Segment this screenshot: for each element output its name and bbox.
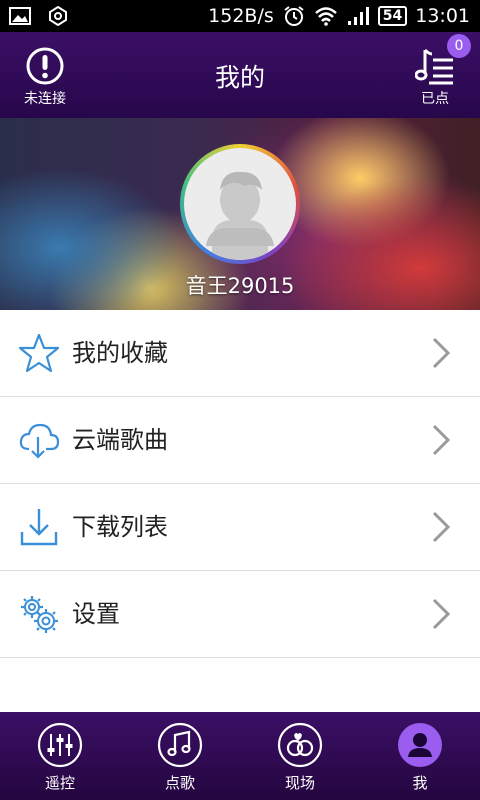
tab-live[interactable]: 现场 [240,712,360,800]
music-note-icon [157,722,203,768]
settings-notification-icon [46,5,70,27]
clock: 13:01 [415,5,470,27]
queue-label: 已点 [421,91,449,107]
network-speed: 152B/s [208,5,274,27]
status-bar: 152B/s 54 13:01 [0,0,480,32]
battery-level: 54 [377,6,408,26]
profile-menu: 我的收藏 云端歌曲 下载列表 设置 [0,310,480,658]
gallery-notification-icon [8,5,32,27]
rings-icon [277,722,323,768]
menu-item-cloud-songs[interactable]: 云端歌曲 [0,397,480,484]
menu-item-label: 设置 [72,600,120,628]
avatar[interactable] [180,144,300,264]
tab-label: 点歌 [164,774,195,792]
tab-label: 我 [412,774,428,792]
star-icon [18,333,60,373]
queue-count-badge: 0 [447,34,471,58]
gear-icon [21,596,58,633]
profile-banner: 音王29015 [0,118,480,310]
default-avatar-icon [206,171,274,260]
user-icon [398,723,442,767]
username: 音王29015 [185,274,295,298]
alarm-icon [282,5,306,27]
menu-item-label: 我的收藏 [72,339,168,367]
chevron-right-icon [432,337,451,369]
menu-item-download-list[interactable]: 下载列表 [0,484,480,571]
tab-song-request[interactable]: 点歌 [120,712,240,800]
signal-icon [346,5,370,27]
menu-item-label: 下载列表 [72,513,168,541]
chevron-right-icon [432,424,451,456]
menu-item-settings[interactable]: 设置 [0,571,480,658]
cloud-download-icon [19,423,60,459]
menu-item-label: 云端歌曲 [72,426,168,454]
app-header: 未连接 我的 0 已点 [0,32,480,118]
tab-remote[interactable]: 遥控 [0,712,120,800]
download-icon [20,509,58,546]
chevron-right-icon [432,511,451,543]
tab-label: 现场 [284,774,315,792]
sliders-icon [37,722,83,768]
tab-me[interactable]: 我 [360,712,480,800]
queue-button[interactable]: 0 已点 [404,34,471,108]
menu-item-favorites[interactable]: 我的收藏 [0,310,480,397]
chevron-right-icon [432,598,451,630]
tab-label: 遥控 [44,774,75,792]
wifi-icon [314,5,338,27]
bottom-tab-bar: 遥控 点歌 现场 我 [0,712,480,800]
